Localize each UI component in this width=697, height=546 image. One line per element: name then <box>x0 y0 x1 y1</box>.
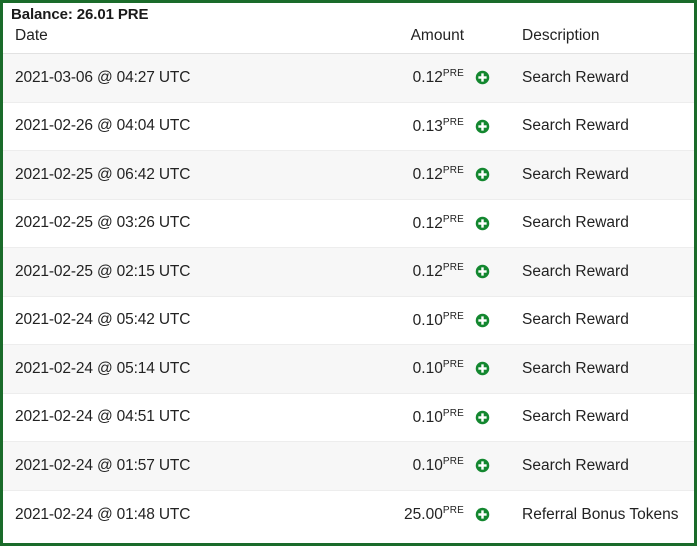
cell-transaction-type <box>467 247 515 297</box>
amount-value: 0.12 <box>412 263 443 281</box>
cell-description: Referral Bonus Tokens <box>522 505 679 523</box>
cell-date: 2021-02-24 @ 05:42 UTC <box>3 296 355 345</box>
table-row[interactable]: 2021-02-24 @ 05:14 UTC 0.10PRE Search Rewa… <box>3 344 694 394</box>
table-row[interactable]: 2021-03-06 @ 04:27 UTC 0.12PRE Search Rewa… <box>3 53 694 103</box>
plus-circle-icon <box>475 167 490 182</box>
table-header: Date Amount Description <box>3 25 694 54</box>
cell-transaction-type <box>467 441 515 491</box>
plus-circle-icon <box>475 458 490 473</box>
cell-date: 2021-02-24 @ 01:48 UTC <box>15 505 191 523</box>
amount-unit: PRE <box>442 213 464 225</box>
cell-amount: 0.12PRE <box>355 199 467 248</box>
amount-unit: PRE <box>442 116 464 128</box>
cell-transaction-type <box>467 344 515 394</box>
cell-transaction-type <box>467 102 515 151</box>
cell-description: Search Reward <box>515 199 694 248</box>
cell-amount: 0.13PRE <box>355 102 467 151</box>
table-header-row: Date Amount Description <box>3 25 694 54</box>
table-row[interactable]: 2021-02-25 @ 03:26 UTC 0.12PRE Search Rewa… <box>3 199 694 248</box>
amount-value: 0.12 <box>412 214 443 232</box>
table-row[interactable]: 2021-02-24 @ 05:42 UTC 0.10PRE Search Rewa… <box>3 296 694 345</box>
table-row[interactable]: 2021-02-25 @ 06:42 UTC 0.12PRE Search Rewa… <box>3 150 694 200</box>
cell-amount: 0.10PRE <box>355 393 467 442</box>
transactions-table: Date Amount Description 2021-03-06 @ 04:… <box>3 25 694 539</box>
amount-unit: PRE <box>442 407 464 419</box>
table-row[interactable]: 2021-02-26 @ 04:04 UTC 0.13PRE Search Rewa… <box>3 102 694 151</box>
amount-value: 0.12 <box>412 69 443 87</box>
amount-value: 0.13 <box>412 117 443 135</box>
plus-circle-icon <box>475 507 490 522</box>
cell-date: 2021-02-25 @ 02:15 UTC <box>3 247 355 297</box>
cell-description: Search Reward <box>515 393 694 442</box>
cell-description: Search Reward <box>515 53 694 103</box>
cell-amount: 0.12PRE <box>355 53 467 103</box>
cell-amount: 0.12PRE <box>355 247 467 297</box>
cell-date: 2021-02-24 @ 04:51 UTC <box>3 393 355 442</box>
table-body: 2021-03-06 @ 04:27 UTC 0.12PRE Search Rewa… <box>3 53 694 539</box>
cell-transaction-type <box>467 150 515 200</box>
amount-unit: PRE <box>442 310 464 322</box>
cell-amount: 25.00PRE <box>355 490 467 539</box>
amount-unit: PRE <box>442 504 464 516</box>
cell-transaction-type <box>467 490 515 539</box>
cell-date: 2021-02-25 @ 06:42 UTC <box>3 150 355 200</box>
cell-transaction-type <box>467 199 515 248</box>
cell-amount: 0.12PRE <box>355 150 467 200</box>
table-row[interactable]: 2021-02-25 @ 02:15 UTC 0.12PRE Search Rewa… <box>3 247 694 297</box>
amount-unit: PRE <box>442 165 464 177</box>
column-header-description[interactable]: Description <box>515 25 694 54</box>
column-header-date[interactable]: Date <box>3 25 355 54</box>
column-header-amount[interactable]: Amount <box>355 25 467 54</box>
cell-description: Search Reward <box>515 296 694 345</box>
balance-label: Balance: 26.01 PRE <box>11 6 149 23</box>
column-header-icon <box>467 25 515 54</box>
cell-transaction-type <box>467 53 515 103</box>
cell-date: 2021-03-06 @ 04:27 UTC <box>3 53 355 103</box>
table-row[interactable]: 2021-02-24 @ 01:57 UTC 0.10PRE Search Rewa… <box>3 441 694 491</box>
cell-date: 2021-02-25 @ 03:26 UTC <box>3 199 355 248</box>
cell-amount: 0.10PRE <box>355 344 467 394</box>
amount-unit: PRE <box>442 68 464 80</box>
cell-date: 2021-02-24 @ 01:57 UTC <box>3 441 355 491</box>
amount-value: 0.10 <box>412 360 443 378</box>
cell-description: Search Reward <box>515 344 694 394</box>
panel-inner: Balance: 26.01 PRE Date Amount Descripti… <box>3 3 694 543</box>
cell-description: Search Reward <box>515 247 694 297</box>
table-row[interactable]: 2021-02-24 @ 01:48 UTC 25.00PRE Referral B… <box>3 490 694 539</box>
amount-value: 0.10 <box>412 311 443 329</box>
cell-date: 2021-02-24 @ 05:14 UTC <box>3 344 355 394</box>
cell-amount: 0.10PRE <box>355 296 467 345</box>
cell-description: Search Reward <box>515 102 694 151</box>
plus-circle-icon <box>475 216 490 231</box>
cell-date: 2021-02-26 @ 04:04 UTC <box>3 102 355 151</box>
plus-circle-icon <box>475 119 490 134</box>
amount-unit: PRE <box>442 456 464 468</box>
transaction-history-panel: Balance: 26.01 PRE Date Amount Descripti… <box>0 0 697 546</box>
amount-unit: PRE <box>442 359 464 371</box>
cell-amount: 0.10PRE <box>355 441 467 491</box>
amount-value: 0.10 <box>412 457 443 475</box>
plus-circle-icon <box>475 70 490 85</box>
amount-value: 0.12 <box>412 166 443 184</box>
plus-circle-icon <box>475 264 490 279</box>
amount-unit: PRE <box>442 262 464 274</box>
amount-value: 0.10 <box>412 408 443 426</box>
cell-description: Search Reward <box>515 150 694 200</box>
plus-circle-icon <box>475 361 490 376</box>
cell-transaction-type <box>467 393 515 442</box>
cell-description: Search Reward <box>515 441 694 491</box>
plus-circle-icon <box>475 410 490 425</box>
amount-value: 25.00 <box>404 506 443 524</box>
cell-transaction-type <box>467 296 515 345</box>
plus-circle-icon <box>475 313 490 328</box>
table-row[interactable]: 2021-02-24 @ 04:51 UTC 0.10PRE Search Rewa… <box>3 393 694 442</box>
